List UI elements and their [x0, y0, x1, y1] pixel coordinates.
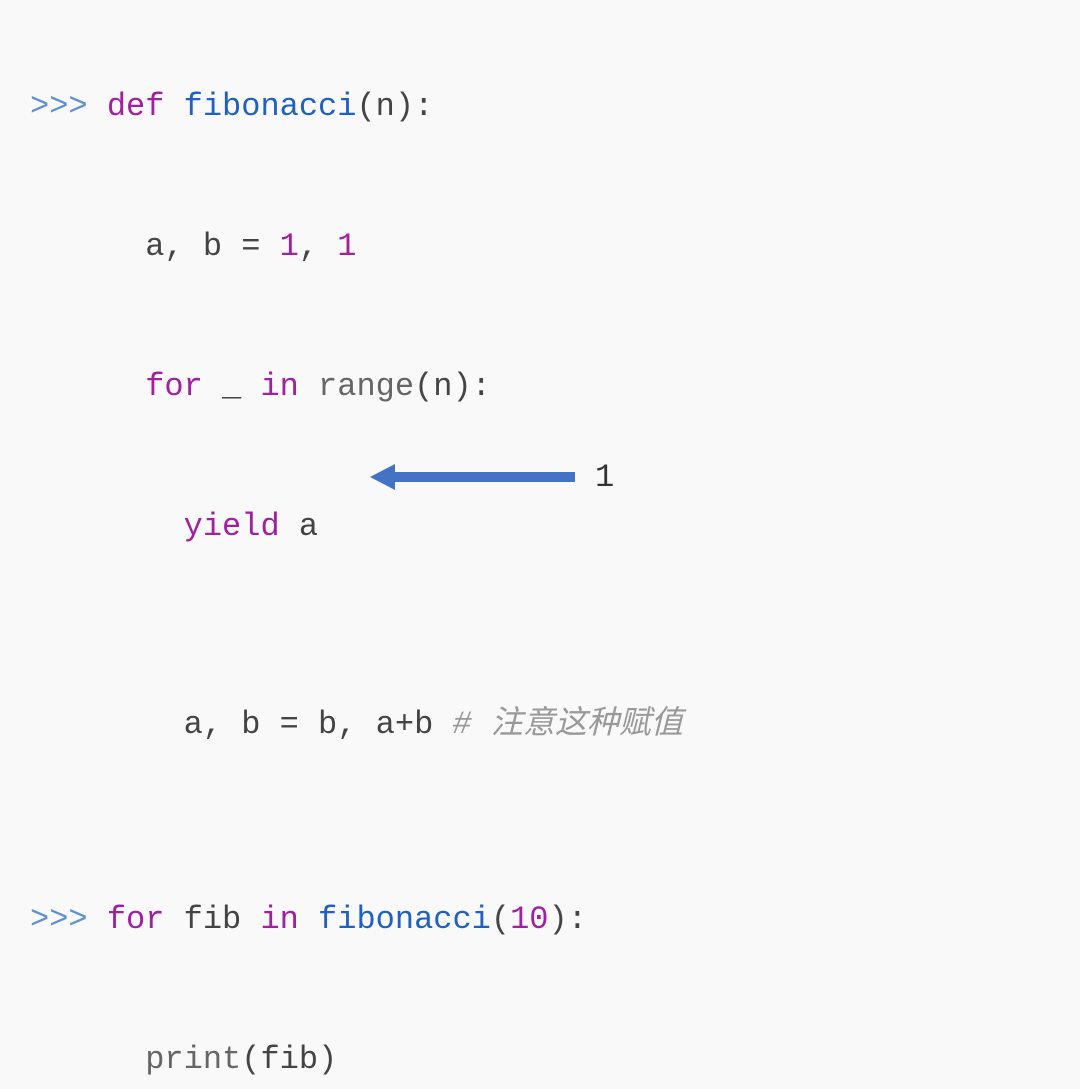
comma: , [164, 228, 202, 265]
keyword-in: in [260, 901, 298, 938]
comma: , [337, 706, 375, 743]
function-name: fibonacci [184, 88, 357, 125]
space [203, 368, 222, 405]
var-b: b [318, 706, 337, 743]
var-a: a [376, 706, 395, 743]
indent [30, 368, 145, 405]
code-line-7: print(fib) [30, 974, 1050, 1089]
code-line-1: >>> def fibonacci(n): [30, 20, 1050, 135]
space [241, 368, 260, 405]
underscore: _ [222, 368, 241, 405]
var-a: a [299, 508, 318, 545]
arrow-annotation: 1 [370, 449, 614, 507]
indent [30, 706, 184, 743]
space [299, 368, 318, 405]
keyword-in: in [260, 368, 298, 405]
param-n: n [376, 88, 395, 125]
var-fib: fib [260, 1041, 318, 1078]
arrow-label: 1 [595, 449, 614, 507]
comment: # 注意这种赋值 [452, 706, 682, 743]
var-a: a [184, 706, 203, 743]
lparen: ( [241, 1041, 260, 1078]
indent [30, 228, 145, 265]
rparen: ) [548, 901, 567, 938]
space [433, 706, 452, 743]
indent [30, 1041, 145, 1078]
number-1: 1 [280, 228, 299, 265]
var-b: b [414, 706, 433, 743]
colon: : [568, 901, 587, 938]
space [164, 901, 183, 938]
indent [30, 508, 184, 545]
rparen: ) [452, 368, 471, 405]
colon: : [414, 88, 433, 125]
var-n: n [433, 368, 452, 405]
lparen: ( [491, 901, 510, 938]
builtin-print: print [145, 1041, 241, 1078]
space [164, 88, 183, 125]
rparen: ) [318, 1041, 337, 1078]
arrow-icon [370, 462, 580, 492]
keyword-for: for [107, 901, 165, 938]
keyword-def: def [107, 88, 165, 125]
number-10: 10 [510, 901, 548, 938]
space [299, 901, 318, 938]
plus: + [395, 706, 414, 743]
comma: , [203, 706, 241, 743]
code-line-4: yield a 1 [30, 441, 1050, 614]
number-1: 1 [337, 228, 356, 265]
function-call: fibonacci [318, 901, 491, 938]
keyword-yield: yield [184, 508, 280, 545]
builtin-range: range [318, 368, 414, 405]
comma: , [299, 228, 337, 265]
keyword-for: for [145, 368, 203, 405]
var-fib: fib [184, 901, 242, 938]
code-line-3: for _ in range(n): [30, 300, 1050, 415]
var-b: b [241, 706, 260, 743]
colon: : [472, 368, 491, 405]
blank-line [30, 779, 1050, 809]
equals: = [222, 228, 280, 265]
repl-prompt: >>> [30, 88, 107, 125]
equals: = [260, 706, 318, 743]
repl-prompt: >>> [30, 901, 107, 938]
space [280, 508, 299, 545]
code-line-6: >>> for fib in fibonacci(10): [30, 834, 1050, 949]
lparen: ( [414, 368, 433, 405]
rparen: ) [395, 88, 414, 125]
lparen: ( [356, 88, 375, 125]
code-line-2: a, b = 1, 1 [30, 160, 1050, 275]
var-b: b [203, 228, 222, 265]
var-a: a [145, 228, 164, 265]
space [241, 901, 260, 938]
code-line-5: a, b = b, a+b # 注意这种赋值 [30, 638, 1050, 753]
